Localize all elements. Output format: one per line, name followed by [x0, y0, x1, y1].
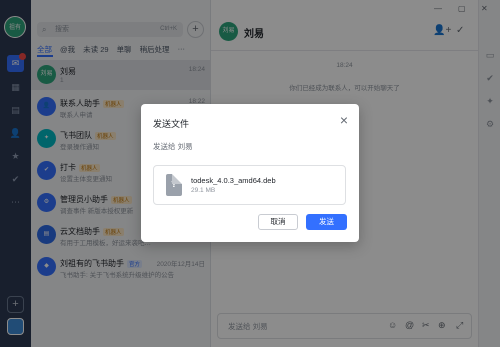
- file-size: 29.1 MB: [191, 187, 216, 194]
- file-card: ? todesk_4.0.3_amd64.deb 29.1 MB: [153, 165, 346, 205]
- file-icon: ?: [166, 174, 182, 196]
- file-name: todesk_4.0.3_amd64.deb: [191, 176, 276, 185]
- send-to-label: 发送给 刘易: [153, 142, 193, 151]
- cancel-button[interactable]: 取消: [258, 214, 298, 230]
- send-button[interactable]: 发送: [306, 214, 347, 230]
- dialog-title: 发送文件: [153, 119, 190, 129]
- send-file-dialog: 发送文件 × 发送给 刘易 ? todesk_4.0.3_amd64.deb 2…: [141, 104, 359, 242]
- close-icon[interactable]: ×: [340, 113, 348, 127]
